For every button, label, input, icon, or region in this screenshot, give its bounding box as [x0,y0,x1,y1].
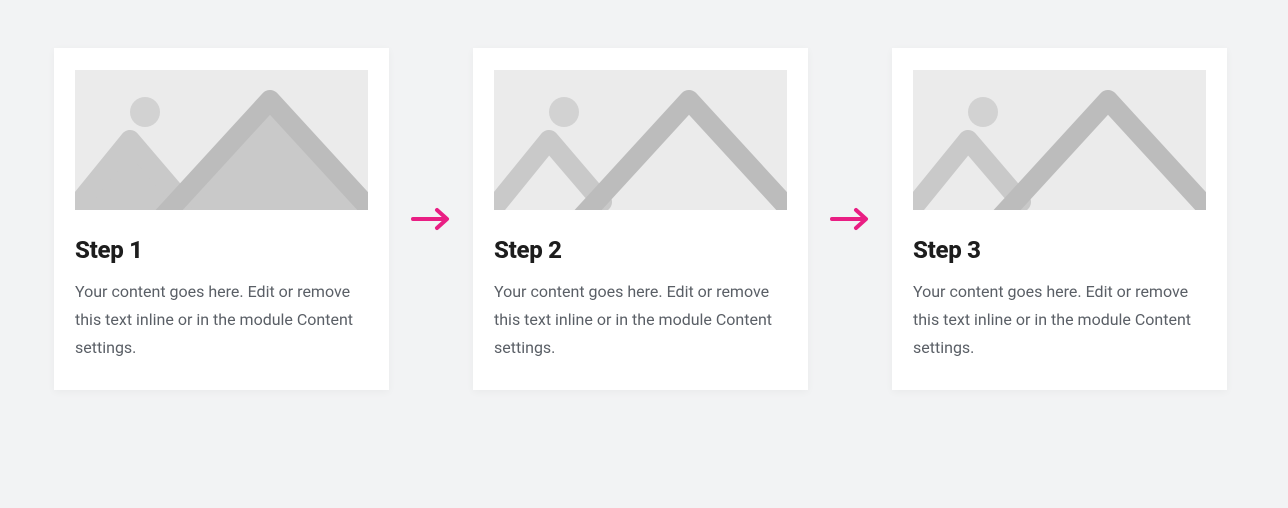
image-placeholder-icon [75,70,368,210]
step-description: Your content goes here. Edit or remove t… [494,278,787,362]
arrow-right-icon [407,207,455,231]
step-card: Step 1 Your content goes here. Edit or r… [54,48,389,390]
step-title: Step 1 [75,236,368,264]
step-card: Step 3 Your content goes here. Edit or r… [892,48,1227,390]
image-placeholder-icon [913,70,1206,210]
step-description: Your content goes here. Edit or remove t… [913,278,1206,362]
steps-wrapper: Step 1 Your content goes here. Edit or r… [54,48,1234,390]
step-card: Step 2 Your content goes here. Edit or r… [473,48,808,390]
step-title: Step 3 [913,236,1206,264]
step-description: Your content goes here. Edit or remove t… [75,278,368,362]
image-placeholder-icon [494,70,787,210]
step-title: Step 2 [494,236,787,264]
arrow-right-icon [826,207,874,231]
